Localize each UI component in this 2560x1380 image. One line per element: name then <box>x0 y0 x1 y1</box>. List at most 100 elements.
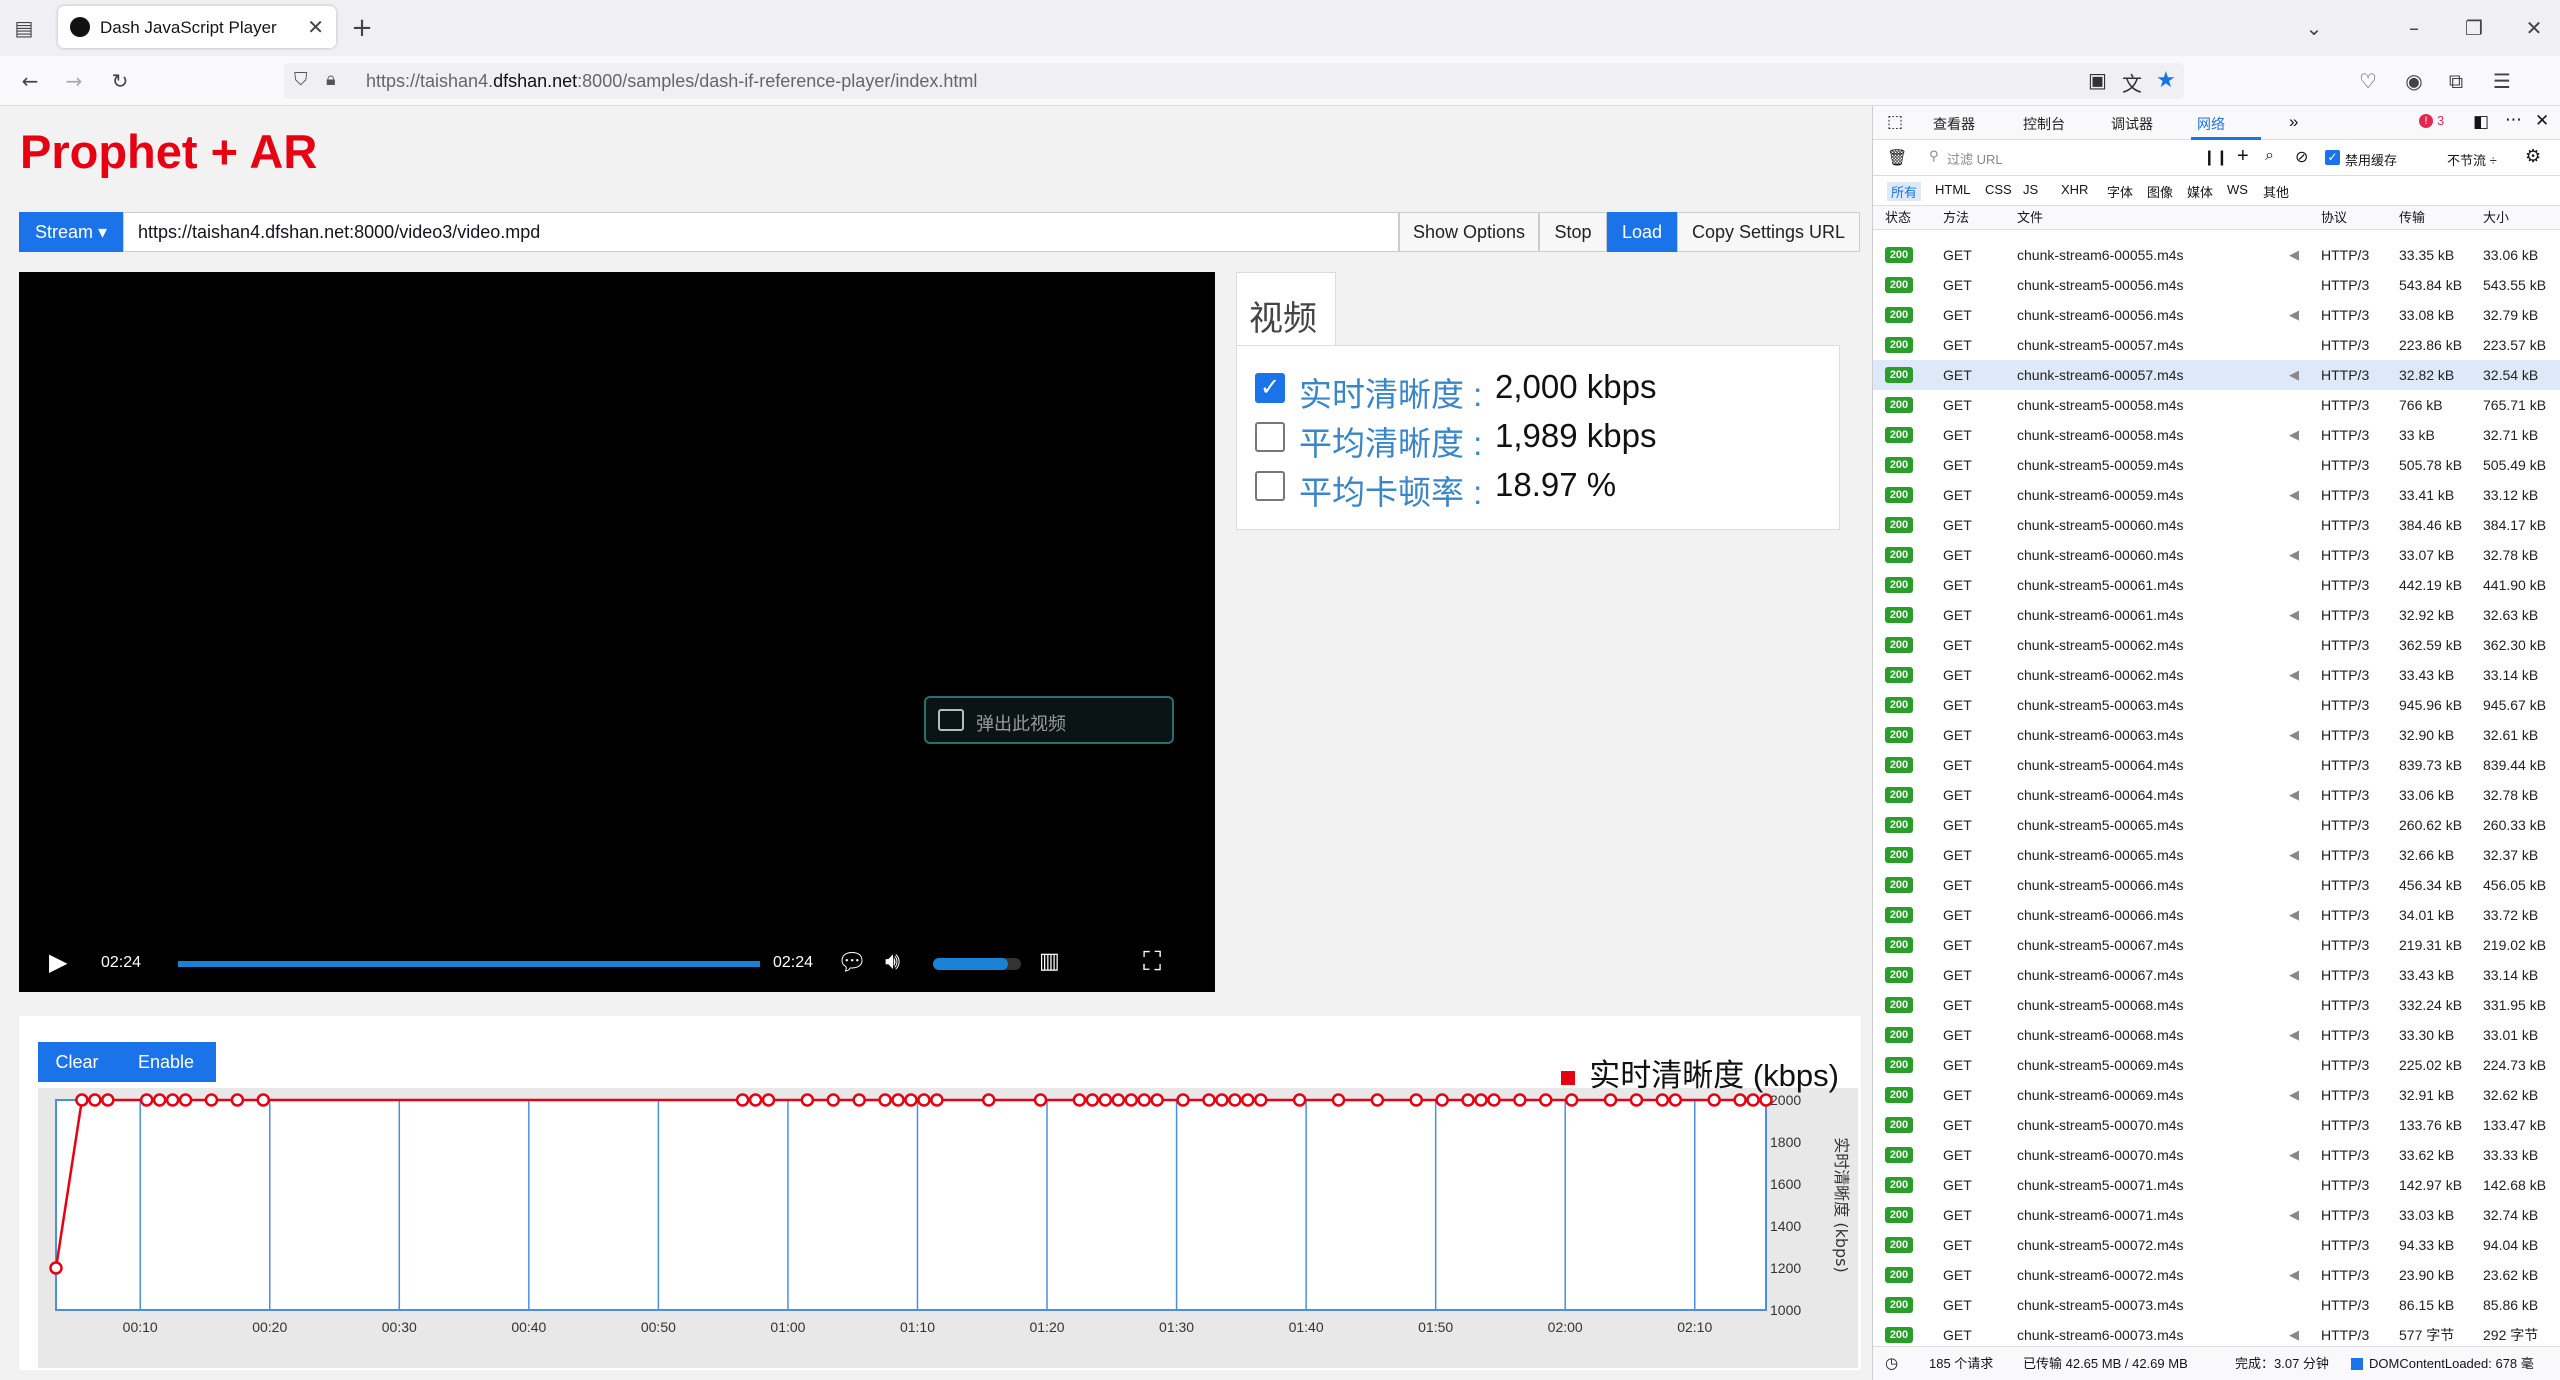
type-filter[interactable]: 所有 <box>1887 182 1922 201</box>
type-filter[interactable]: CSS <box>1981 182 2016 197</box>
type-filter[interactable]: 字体 <box>2103 182 2137 201</box>
pause-icon[interactable]: ❙❙ <box>2203 148 2228 166</box>
request-row[interactable]: 200 GET chunk-stream5-00066.m4s HTTP/3 456.3… <box>1873 870 2560 900</box>
lock-icon[interactable]: 🔒︎ <box>326 69 336 90</box>
video-player[interactable]: 弹出此视频 ▶ 02:24 02:24 💬︎ 🔊︎ ▥ ⛶ <box>19 272 1215 992</box>
show-options-button[interactable]: Show Options <box>1399 212 1539 252</box>
devtools-menu-icon[interactable]: ⋯ <box>2505 110 2522 130</box>
extensions-icon[interactable]: ⧉ <box>2440 65 2472 97</box>
devtools-tab[interactable]: 网络 <box>2197 114 2225 134</box>
stat-checkbox[interactable] <box>1255 422 1285 452</box>
minimize-icon[interactable]: – <box>2398 12 2430 44</box>
request-row[interactable]: 200 GET chunk-stream6-00073.m4s ◀ HTTP/3 577 … <box>1873 1320 2560 1346</box>
type-filter[interactable]: JS <box>2019 182 2042 197</box>
request-row[interactable]: 200 GET chunk-stream6-00071.m4s ◀ HTTP/3 33.0… <box>1873 1200 2560 1230</box>
pocket-icon[interactable]: ♡ <box>2352 65 2384 97</box>
volume-icon[interactable]: 🔊︎ <box>885 948 900 976</box>
request-row[interactable]: 200 GET chunk-stream5-00058.m4s HTTP/3 766 k… <box>1873 390 2560 420</box>
type-filter[interactable]: 媒体 <box>2183 182 2217 201</box>
col-size[interactable]: 大小 <box>2483 206 2509 230</box>
settings-gear-icon[interactable]: ⚙ <box>2525 146 2541 167</box>
error-icon[interactable]: ! <box>2419 114 2433 128</box>
volume-slider[interactable] <box>933 958 1021 970</box>
tab-list-icon[interactable]: ▤ <box>8 12 40 44</box>
forward-icon[interactable]: → <box>58 65 90 97</box>
request-row[interactable]: 200 GET chunk-stream6-00065.m4s ◀ HTTP/3 32.6… <box>1873 840 2560 870</box>
request-row[interactable]: 200 GET chunk-stream6-00058.m4s ◀ HTTP/3 33 k… <box>1873 420 2560 450</box>
bookmark-star-icon[interactable]: ★ <box>2156 67 2176 93</box>
type-filter[interactable]: 图像 <box>2143 182 2177 201</box>
browser-tab[interactable]: Dash JavaScript Player ✕ <box>58 6 336 48</box>
request-row[interactable]: 200 GET chunk-stream5-00059.m4s HTTP/3 505.7… <box>1873 450 2560 480</box>
screenshot-icon[interactable]: ▣ <box>2088 68 2107 93</box>
request-row[interactable]: 200 GET chunk-stream5-00073.m4s HTTP/3 86.15… <box>1873 1290 2560 1320</box>
stream-url-input[interactable]: https://taishan4.dfshan.net:8000/video3/… <box>123 212 1399 252</box>
request-row[interactable]: 200 GET chunk-stream6-00060.m4s ◀ HTTP/3 33.0… <box>1873 540 2560 570</box>
captions-icon[interactable]: 💬︎ <box>837 948 867 977</box>
tab-close-icon[interactable]: ✕ <box>307 15 324 40</box>
request-row[interactable]: 200 GET chunk-stream6-00057.m4s ◀ HTTP/3 32.8… <box>1873 360 2560 390</box>
stream-button[interactable]: Stream ▾ <box>19 212 123 252</box>
request-row[interactable]: 200 GET chunk-stream5-00057.m4s HTTP/3 223.8… <box>1873 330 2560 360</box>
col-protocol[interactable]: 协议 <box>2321 206 2347 230</box>
dock-icon[interactable]: ◧ <box>2473 112 2489 132</box>
search-icon[interactable]: ⌕ <box>2265 147 2274 165</box>
request-row[interactable]: 200 GET chunk-stream6-00068.m4s ◀ HTTP/3 33.3… <box>1873 1020 2560 1050</box>
request-row[interactable]: 200 GET chunk-stream5-00065.m4s HTTP/3 260.6… <box>1873 810 2560 840</box>
shield-icon[interactable]: ⛉ <box>294 69 308 90</box>
type-filter[interactable]: XHR <box>2057 182 2092 197</box>
request-row[interactable]: 200 GET chunk-stream6-00070.m4s ◀ HTTP/3 33.6… <box>1873 1140 2560 1170</box>
restore-icon[interactable]: ❐ <box>2458 12 2490 44</box>
type-filter[interactable]: WS <box>2223 182 2252 197</box>
col-file[interactable]: 文件 <box>2017 206 2043 230</box>
request-row[interactable]: 200 GET chunk-stream6-00056.m4s ◀ HTTP/3 33.0… <box>1873 300 2560 330</box>
col-transfer[interactable]: 传输 <box>2399 206 2425 230</box>
url-bar[interactable]: ⛉ 🔒︎ https://taishan4.dfshan.net:8000/sa… <box>284 63 2184 99</box>
account-icon[interactable]: ◉ <box>2398 65 2430 97</box>
request-row[interactable]: 200 GET chunk-stream5-00072.m4s HTTP/3 94.33… <box>1873 1230 2560 1260</box>
request-row[interactable]: 200 GET chunk-stream6-00059.m4s ◀ HTTP/3 33.4… <box>1873 480 2560 510</box>
request-row[interactable]: 200 GET chunk-stream6-00066.m4s ◀ HTTP/3 34.0… <box>1873 900 2560 930</box>
window-close-icon[interactable]: ✕ <box>2518 12 2550 44</box>
request-row[interactable]: 200 GET chunk-stream5-00062.m4s HTTP/3 362.5… <box>1873 630 2560 660</box>
disable-cache-checkbox[interactable]: ✓ <box>2325 150 2340 165</box>
request-row[interactable]: 200 GET chunk-stream5-00068.m4s HTTP/3 332.2… <box>1873 990 2560 1020</box>
clear-button[interactable]: Clear <box>38 1042 116 1082</box>
request-row[interactable]: 200 GET chunk-stream5-00069.m4s HTTP/3 225.0… <box>1873 1050 2560 1080</box>
request-row[interactable]: 200 GET chunk-stream6-00072.m4s ◀ HTTP/3 23.9… <box>1873 1260 2560 1290</box>
request-row[interactable]: 200 GET chunk-stream5-00063.m4s HTTP/3 945.9… <box>1873 690 2560 720</box>
stat-checkbox[interactable]: ✓ <box>1255 373 1285 403</box>
devtools-tab[interactable]: 查看器 <box>1933 114 1975 134</box>
devtools-tab[interactable]: 控制台 <box>2023 114 2065 134</box>
throttle-select[interactable]: 不节流 ÷ <box>2447 150 2497 169</box>
block-icon[interactable]: ⊘ <box>2295 147 2308 167</box>
new-tab-icon[interactable]: + <box>346 12 378 44</box>
type-filter[interactable]: 其他 <box>2259 182 2293 201</box>
request-row[interactable]: 200 GET chunk-stream6-00064.m4s ◀ HTTP/3 33.0… <box>1873 780 2560 810</box>
request-row[interactable]: 200 GET chunk-stream5-00060.m4s HTTP/3 384.4… <box>1873 510 2560 540</box>
request-row[interactable]: 200 GET chunk-stream5-00056.m4s HTTP/3 543.8… <box>1873 270 2560 300</box>
app-menu-icon[interactable]: ☰ <box>2486 65 2518 97</box>
translate-icon[interactable]: 文 <box>2122 68 2142 97</box>
load-button[interactable]: Load <box>1607 212 1677 252</box>
request-row[interactable]: 200 GET chunk-stream5-00067.m4s HTTP/3 219.3… <box>1873 930 2560 960</box>
list-all-tabs-icon[interactable]: ⌄ <box>2298 12 2330 44</box>
stats-tab[interactable]: 视频 <box>1236 272 1336 346</box>
stat-checkbox[interactable] <box>1255 471 1285 501</box>
more-tabs-icon[interactable]: » <box>2289 112 2298 132</box>
request-row[interactable]: 200 GET chunk-stream5-00071.m4s HTTP/3 142.9… <box>1873 1170 2560 1200</box>
devtools-tab[interactable]: 调试器 <box>2111 114 2153 134</box>
request-row[interactable]: 200 GET chunk-stream5-00064.m4s HTTP/3 839.7… <box>1873 750 2560 780</box>
request-row[interactable]: 200 GET chunk-stream5-00061.m4s HTTP/3 442.1… <box>1873 570 2560 600</box>
request-row[interactable]: 200 GET chunk-stream6-00069.m4s ◀ HTTP/3 32.9… <box>1873 1080 2560 1110</box>
element-picker-icon[interactable]: ⬚ <box>1887 112 1903 132</box>
play-icon[interactable]: ▶ <box>49 948 67 977</box>
bitrate-menu-icon[interactable]: ▥ <box>1039 948 1060 974</box>
enable-button[interactable]: Enable <box>116 1042 216 1082</box>
filter-url-input[interactable]: 过滤 URL <box>1947 149 2003 168</box>
request-row[interactable]: 200 GET chunk-stream6-00062.m4s ◀ HTTP/3 33.4… <box>1873 660 2560 690</box>
pip-toggle[interactable]: 弹出此视频 <box>924 696 1174 744</box>
add-request-icon[interactable]: + <box>2237 145 2249 168</box>
request-row[interactable]: 200 GET chunk-stream6-00063.m4s ◀ HTTP/3 32.9… <box>1873 720 2560 750</box>
request-row[interactable]: 200 GET chunk-stream5-00070.m4s HTTP/3 133.7… <box>1873 1110 2560 1140</box>
